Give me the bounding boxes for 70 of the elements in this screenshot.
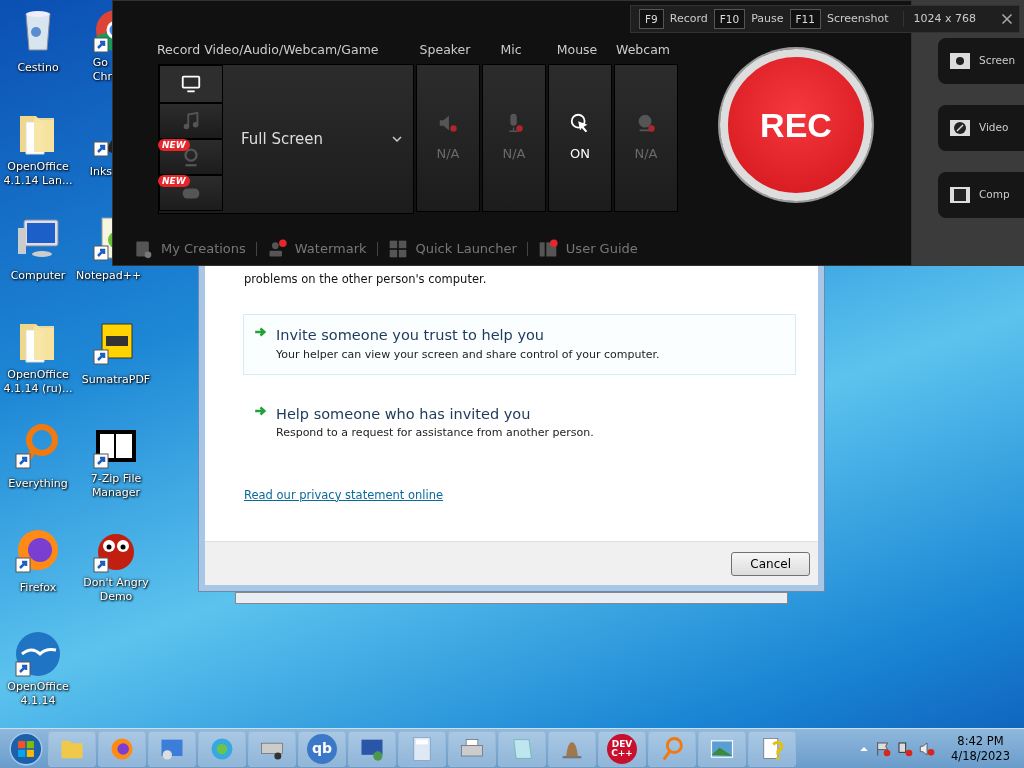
- desktop-icon-label[interactable]: OpenOffice 4.1.14 Lan...: [3, 160, 73, 188]
- taskbar-app[interactable]: [748, 730, 796, 767]
- device-label: Mouse: [555, 41, 599, 59]
- section-header: Record Video/Audio/Webcam/Game: [157, 41, 380, 59]
- taskbar-app[interactable]: [248, 730, 296, 767]
- chevron-down-icon: [391, 133, 403, 145]
- mode-tab[interactable]: [159, 65, 223, 103]
- monitor-icon: [180, 73, 202, 95]
- taskbar-app[interactable]: [548, 730, 596, 767]
- taskbar-app[interactable]: [348, 730, 396, 767]
- option-item[interactable]: Invite someone you trust to help you Your helper can view your screen and share control of your computer.: [243, 314, 796, 375]
- mode-tab[interactable]: NEW: [159, 175, 223, 211]
- clock[interactable]: 8:42 PM 4/18/2023: [951, 733, 1010, 764]
- footer-link[interactable]: User Guide: [537, 239, 638, 259]
- flag-icon[interactable]: [875, 740, 892, 757]
- side-panel-item[interactable]: Screen: [938, 38, 1024, 84]
- device-label: Webcam: [615, 41, 671, 59]
- network-icon[interactable]: [897, 740, 914, 757]
- mode-tab[interactable]: NEW: [159, 139, 223, 175]
- hotkey-key: F10: [713, 9, 746, 29]
- desktop-icon-label[interactable]: Notepad++: [76, 269, 142, 283]
- device-toggle[interactable]: N/A: [614, 64, 678, 212]
- footer-link[interactable]: Quick Launcher: [387, 239, 517, 259]
- taskbar-app[interactable]: [448, 730, 496, 767]
- taskbar-app[interactable]: [98, 730, 146, 767]
- close-icon[interactable]: [1001, 12, 1013, 25]
- taskbar-app[interactable]: [698, 730, 746, 767]
- desktop-icon-label[interactable]: Cestino: [17, 61, 59, 75]
- option-description: Respond to a request for assistance from another person.: [276, 425, 594, 442]
- desktop-icon-label[interactable]: Computer: [10, 269, 66, 283]
- hotkey-label: Pause: [751, 10, 784, 27]
- resolution-text: 1024 x 768: [902, 10, 976, 28]
- option-title: Invite someone you trust to help you: [276, 326, 546, 346]
- device-toggle[interactable]: N/A: [416, 64, 480, 212]
- option-item[interactable]: Help someone who has invited you Respond to a request for assistance from another person.: [243, 392, 796, 453]
- device-toggle[interactable]: N/A: [482, 64, 546, 212]
- footer-link[interactable]: Watermark: [266, 239, 367, 259]
- device-toggle[interactable]: ON: [548, 64, 612, 212]
- desktop-icon-label[interactable]: Inks: [89, 165, 112, 179]
- desktop-icon-label[interactable]: Go Chr: [92, 56, 112, 84]
- taskbar-app[interactable]: [398, 730, 446, 767]
- footer-link[interactable]: My Creations: [133, 239, 246, 259]
- cancel-button[interactable]: Cancel: [731, 551, 810, 576]
- desktop-icon-label[interactable]: 7-Zip File Manager: [90, 472, 142, 500]
- option-title: Help someone who has invited you: [276, 404, 532, 424]
- intro-text: problems on the other person's computer.: [244, 271, 488, 288]
- grid-icon: [387, 239, 408, 259]
- privacy-link[interactable]: Read our privacy statement online: [244, 486, 444, 504]
- side-panel-item[interactable]: Comp: [938, 172, 1024, 218]
- new-badge: NEW: [158, 139, 190, 151]
- taskbar-app[interactable]: qb: [298, 730, 346, 767]
- option-description: Your helper can view your screen and share control of your computer.: [276, 347, 660, 363]
- desktop-gulls-icon[interactable]: [14, 630, 62, 678]
- taskbar-app[interactable]: [148, 730, 196, 767]
- desktop-icon-label[interactable]: SumatraPDF: [81, 373, 151, 387]
- desktop-icon-label[interactable]: OpenOffice 4.1.14 (ru)...: [3, 368, 73, 396]
- taskbar-app[interactable]: DEV C++: [598, 730, 646, 767]
- device-label: Mic: [499, 41, 523, 59]
- new-badge: NEW: [158, 175, 190, 187]
- desktop-icon-label[interactable]: Firefox: [19, 581, 57, 595]
- start-button[interactable]: [6, 729, 46, 768]
- hotkey-key: F11: [789, 9, 821, 29]
- volume-muted-icon[interactable]: [919, 740, 936, 757]
- hotkey-key: F9: [639, 9, 664, 29]
- record-button[interactable]: REC: [720, 49, 872, 201]
- hotkey-label: Record: [669, 10, 708, 27]
- device-label: Speaker: [418, 41, 472, 59]
- side-panel-item[interactable]: Video: [938, 105, 1024, 151]
- desktop-icon-label[interactable]: Everything: [8, 477, 68, 491]
- hotkey-label: Screenshot: [826, 10, 889, 27]
